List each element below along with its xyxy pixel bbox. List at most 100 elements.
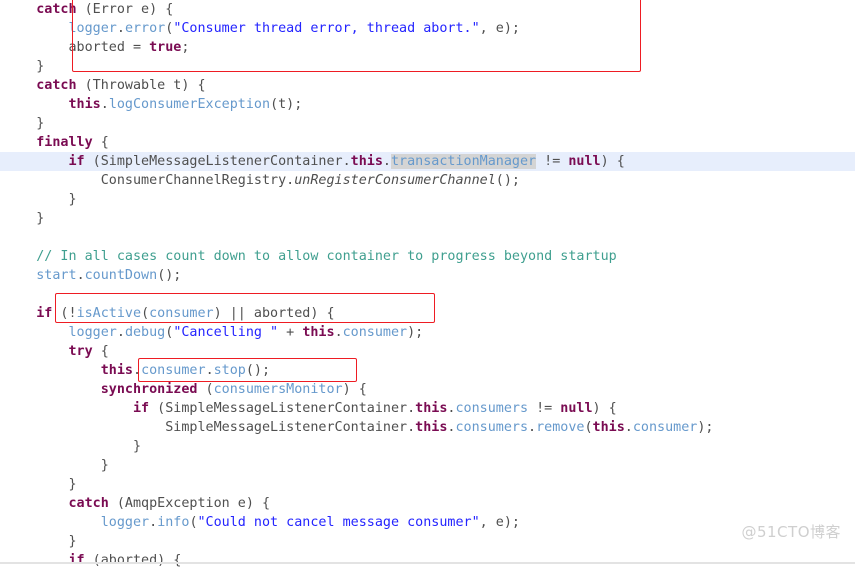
code-token-kw: this <box>68 97 101 112</box>
code-line[interactable]: } <box>0 190 855 209</box>
code-token-kw: if <box>68 553 85 568</box>
code-token-pl: (! <box>52 306 77 321</box>
code-line[interactable]: } <box>0 114 855 133</box>
code-token-pl: ( <box>197 382 214 397</box>
code-token-pl: . <box>205 363 214 378</box>
code-line[interactable]: if (SimpleMessageListenerContainer.this.… <box>0 399 855 418</box>
code-token-pl: } <box>68 477 77 492</box>
code-token-pl: } <box>68 534 77 549</box>
code-token-pl: ( <box>189 515 198 530</box>
code-token-id: isActive <box>76 306 142 321</box>
code-line[interactable]: finally { <box>0 133 855 152</box>
code-line[interactable] <box>0 228 855 247</box>
code-line[interactable]: // In all cases count down to allow cont… <box>0 247 855 266</box>
code-token-id: consumersMonitor <box>213 382 343 397</box>
code-line[interactable]: aborted = true; <box>0 38 855 57</box>
code-line[interactable]: if (SimpleMessageListenerContainer.this.… <box>0 152 855 171</box>
code-token-kw: if <box>133 401 150 416</box>
code-token-pl: (); <box>495 173 520 188</box>
code-line[interactable]: if (aborted) { <box>0 551 855 570</box>
code-token-pl: { <box>92 135 109 150</box>
code-token-kw: if <box>36 306 53 321</box>
code-token-id: consumer <box>141 363 206 378</box>
code-line[interactable]: ConsumerChannelRegistry.unRegisterConsum… <box>0 171 855 190</box>
code-token-pl: ( <box>584 420 593 435</box>
code-token-pl: ( <box>141 306 150 321</box>
code-line[interactable]: } <box>0 209 855 228</box>
code-token-id: info <box>157 515 190 530</box>
code-line[interactable]: } <box>0 57 855 76</box>
code-token-id: error <box>124 21 166 36</box>
code-token-pl: . <box>382 154 391 169</box>
code-token-str: "Could not cancel message consumer" <box>197 515 480 530</box>
code-token-pl: ); <box>697 420 714 435</box>
code-token-id: debug <box>124 325 166 340</box>
code-token-kw: this <box>302 325 335 340</box>
code-line[interactable]: start.countDown(); <box>0 266 855 285</box>
code-token-id: logger <box>68 325 117 340</box>
code-token-pl: . <box>528 420 537 435</box>
code-token-pl: ); <box>407 325 424 340</box>
code-token-pl: ) || aborted) { <box>213 306 335 321</box>
code-line[interactable]: catch (AmqpException e) { <box>0 494 855 513</box>
code-token-pl: } <box>36 59 45 74</box>
code-token-st: unRegisterConsumerChannel <box>294 173 496 188</box>
code-line[interactable] <box>0 285 855 304</box>
code-token-str: "Consumer thread error, thread abort." <box>173 21 480 36</box>
code-line[interactable]: } <box>0 532 855 551</box>
code-line[interactable]: try { <box>0 342 855 361</box>
code-token-kw: this <box>415 401 448 416</box>
code-token-pl: , e); <box>479 515 520 530</box>
code-line[interactable]: SimpleMessageListenerContainer.this.cons… <box>0 418 855 437</box>
code-line[interactable]: catch (Error e) { <box>0 0 855 19</box>
code-token-kw: this <box>592 420 625 435</box>
code-token-pl: SimpleMessageListenerContainer. <box>165 420 416 435</box>
code-token-pl: ; <box>181 40 190 55</box>
code-line[interactable]: } <box>0 437 855 456</box>
code-line[interactable]: } <box>0 456 855 475</box>
watermark: @51CTO博客 <box>741 523 841 541</box>
code-line[interactable]: this.logConsumerException(t); <box>0 95 855 114</box>
code-token-kw: catch <box>36 2 77 17</box>
code-token-kw: try <box>68 344 93 359</box>
code-line[interactable]: logger.error("Consumer thread error, thr… <box>0 19 855 38</box>
code-line[interactable]: this.consumer.stop(); <box>0 361 855 380</box>
code-line[interactable]: } <box>0 475 855 494</box>
code-token-id: stop <box>213 363 246 378</box>
code-token-cm: // In all cases count down to allow cont… <box>36 249 617 264</box>
code-token-pl: . <box>624 420 633 435</box>
code-line[interactable]: synchronized (consumersMonitor) { <box>0 380 855 399</box>
code-token-id: consumer <box>149 306 214 321</box>
code-token-pl: } <box>36 116 45 131</box>
code-token-pl: . <box>76 268 85 283</box>
code-token-sel: transactionManager <box>390 154 537 169</box>
code-line[interactable]: logger.info("Could not cancel message co… <box>0 513 855 532</box>
code-line[interactable]: logger.debug("Cancelling " + this.consum… <box>0 323 855 342</box>
code-line[interactable]: catch (Throwable t) { <box>0 76 855 95</box>
code-viewer[interactable]: catch (Error e) { logger.error("Consumer… <box>0 0 855 568</box>
code-line[interactable]: if (!isActive(consumer) || aborted) { <box>0 304 855 323</box>
code-token-id: consumer <box>632 420 698 435</box>
code-token-kw: catch <box>68 496 109 511</box>
code-token-pl: . <box>133 363 142 378</box>
code-token-pl: aborted = <box>68 40 150 55</box>
code-token-pl: . <box>116 325 125 340</box>
code-token-id: remove <box>536 420 585 435</box>
code-token-pl: } <box>100 458 109 473</box>
code-token-pl: + <box>278 325 303 340</box>
